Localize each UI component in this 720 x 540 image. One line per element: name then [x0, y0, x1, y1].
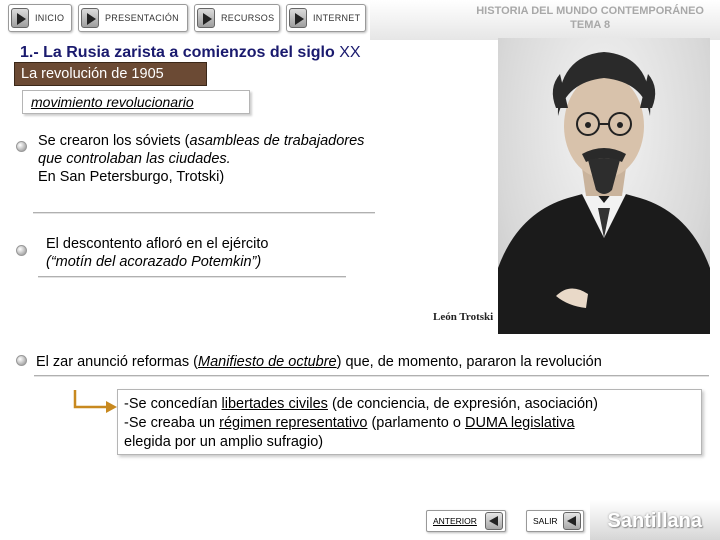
section-badge: La revolución de 1905 [14, 62, 207, 86]
course-title-line1: HISTORIA DEL MUNDO CONTEMPORÁNEO [476, 5, 704, 17]
reforms-line1-b: (de conciencia, de expresión, asociación… [327, 396, 598, 412]
bullet-icon [16, 245, 27, 256]
point-reformas-b: ) que, de momento, pararon la revolución [336, 354, 602, 370]
reforms-line1-a: -Se concedían [124, 396, 222, 412]
reforms-line2-b: (parlamento o [367, 415, 465, 431]
manifiesto-link[interactable]: Manifiesto de octubre [198, 354, 337, 370]
play-icon [197, 8, 215, 28]
salir-button[interactable]: SALIR [526, 510, 584, 532]
point-soviets-b: En San Petersburgo, Trotski) [38, 169, 225, 185]
brand-logo: Santillana [590, 500, 720, 540]
page-title-main: 1.- La Rusia zarista a comienzos del sig… [20, 44, 335, 61]
course-title: HISTORIA DEL MUNDO CONTEMPORÁNEO TEMA 8 [476, 4, 704, 32]
reforms-line2: -Se creaba un régimen representativo (pa… [124, 414, 695, 433]
inicio-button[interactable]: INICIO [8, 4, 72, 32]
back-arrow-icon [485, 512, 503, 530]
anterior-button[interactable]: ANTERIOR [426, 510, 506, 532]
page-title: 1.- La Rusia zarista a comienzos del sig… [20, 44, 361, 62]
reforms-box: -Se concedían libertades civiles (de con… [117, 389, 702, 455]
portrait-caption: León Trotski [433, 311, 494, 323]
bullet-icon [16, 355, 27, 366]
point-soviets: Se crearon los sóviets (asambleas de tra… [38, 132, 383, 186]
divider [38, 276, 346, 277]
internet-button[interactable]: INTERNET [286, 4, 366, 32]
bullet-icon [16, 141, 27, 152]
reforms-line2-a: -Se creaba un [124, 415, 220, 431]
point-ejercito: El descontento afloró en el ejército (“m… [46, 235, 346, 271]
trotski-portrait [498, 38, 710, 334]
presentacion-button[interactable]: PRESENTACIÓN [78, 4, 188, 32]
recursos-button[interactable]: RECURSOS [194, 4, 280, 32]
play-icon [11, 8, 29, 28]
course-title-line2: TEMA 8 [570, 19, 611, 31]
header-panel: HISTORIA DEL MUNDO CONTEMPORÁNEO TEMA 8 [370, 0, 720, 40]
point-reformas-a: El zar anunció reformas ( [36, 354, 198, 370]
divider [34, 375, 709, 376]
play-icon [289, 8, 307, 28]
arrow-icon [73, 390, 117, 413]
anterior-label: ANTERIOR [433, 516, 477, 526]
page-title-suffix: XX [334, 44, 361, 61]
back-arrow-icon [563, 512, 581, 530]
reforms-line1: -Se concedían libertades civiles (de con… [124, 395, 695, 414]
presentacion-label: PRESENTACIÓN [105, 13, 179, 23]
recursos-label: RECURSOS [221, 13, 275, 23]
subsection-box[interactable]: movimiento revolucionario [22, 90, 250, 114]
point-reformas: El zar anunció reformas (Manifiesto de o… [36, 353, 716, 371]
salir-label: SALIR [533, 516, 558, 526]
libertades-link[interactable]: libertades civiles [222, 396, 328, 412]
point-ejercito-a: El descontento afloró en el ejército [46, 236, 269, 252]
divider [33, 212, 375, 213]
internet-label: INTERNET [313, 13, 361, 23]
regimen-link[interactable]: régimen representativo [219, 415, 367, 431]
point-soviets-a: Se crearon los sóviets ( [38, 133, 190, 149]
reforms-line3: elegida por un amplio sufragio) [124, 434, 324, 450]
play-icon [81, 8, 99, 28]
duma-link[interactable]: DUMA legislativa [465, 415, 575, 431]
inicio-label: INICIO [35, 13, 65, 23]
point-ejercito-b: (“motín del acorazado Potemkin”) [46, 254, 262, 270]
